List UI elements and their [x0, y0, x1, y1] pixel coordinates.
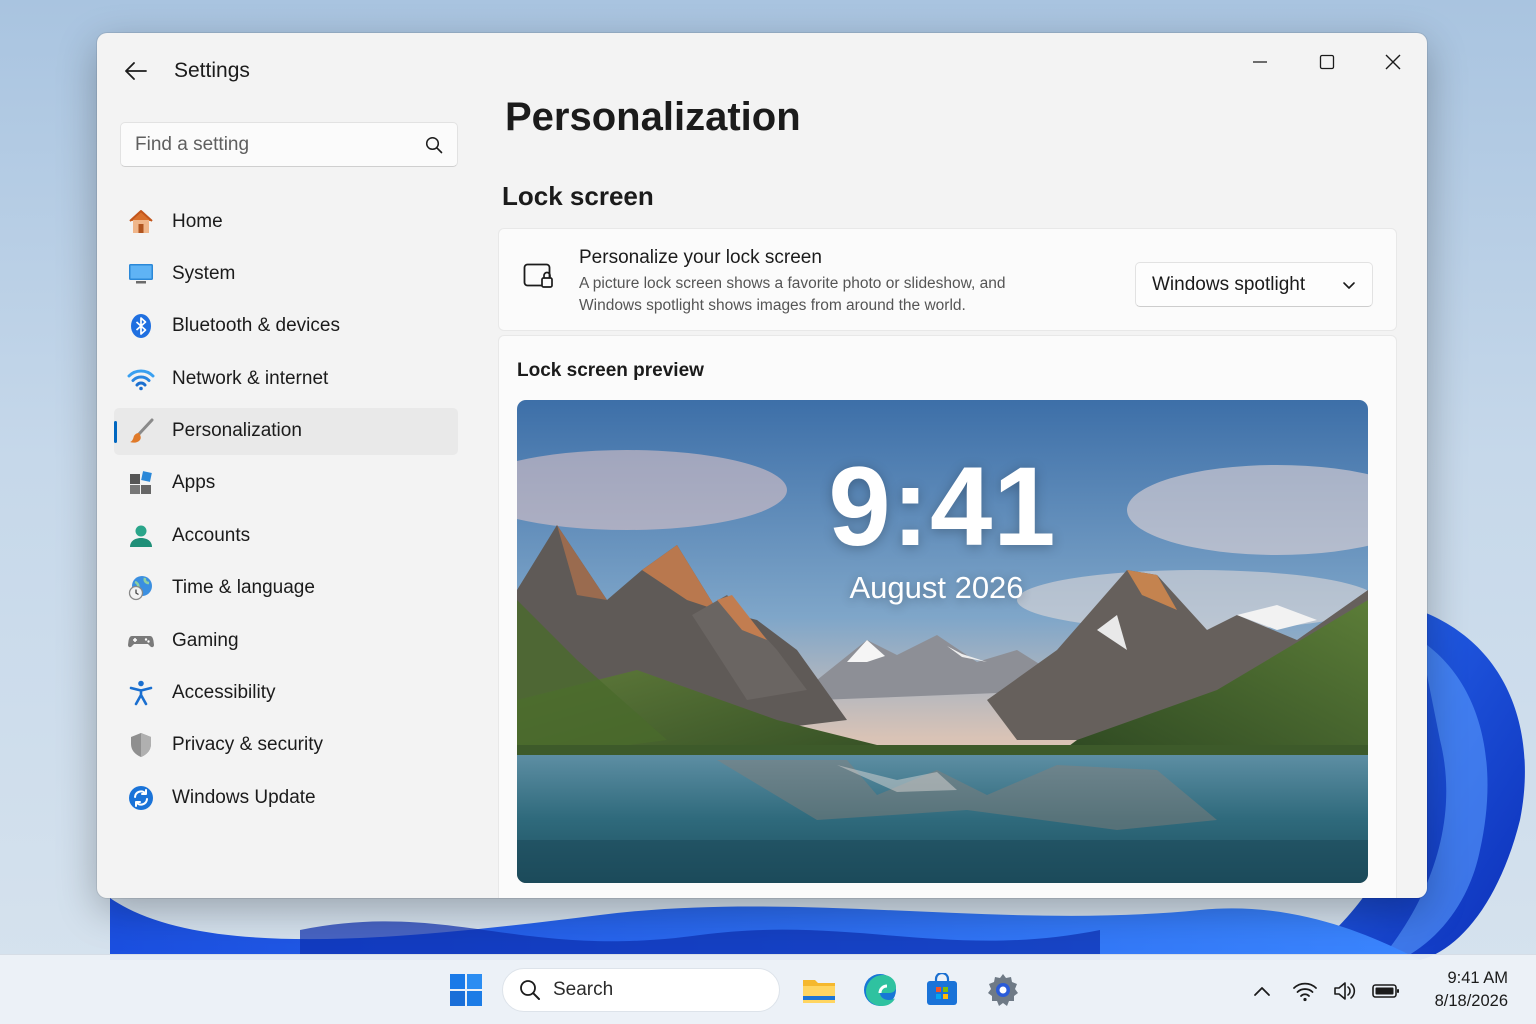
- sidebar-item-label: Bluetooth & devices: [172, 315, 340, 337]
- card-description: A picture lock screen shows a favorite p…: [579, 273, 1049, 317]
- file-explorer-icon: [803, 980, 835, 1003]
- sidebar-item-windows-update[interactable]: Windows Update: [114, 774, 458, 821]
- sidebar-item-privacy[interactable]: Privacy & security: [114, 722, 458, 769]
- apps-icon: [126, 468, 156, 498]
- settings-window: Settings Home System Bluetooth &: [97, 33, 1427, 898]
- sidebar-item-system[interactable]: System: [114, 250, 458, 297]
- settings-icon: [988, 974, 1018, 1006]
- show-hidden-icons-button[interactable]: [1248, 977, 1276, 1005]
- start-button[interactable]: [447, 971, 485, 1009]
- update-icon: [126, 783, 156, 813]
- shield-icon: [126, 730, 156, 760]
- sidebar-item-home[interactable]: Home: [114, 198, 458, 245]
- arrow-left-icon: [125, 62, 147, 80]
- sidebar-item-label: Network & internet: [172, 367, 329, 389]
- network-tray-button[interactable]: [1291, 977, 1319, 1005]
- lock-screen-card: Personalize your lock screen A picture l…: [498, 228, 1397, 331]
- close-icon: [1385, 54, 1401, 70]
- dropdown-value: Windows spotlight: [1152, 273, 1306, 295]
- wifi-icon: [1293, 982, 1317, 1002]
- card-description-line: A picture lock screen shows a favorite p…: [579, 275, 1006, 292]
- preview-title: Lock screen preview: [517, 360, 704, 381]
- volume-tray-button[interactable]: [1331, 977, 1359, 1005]
- battery-icon: [1372, 984, 1399, 998]
- back-button[interactable]: [119, 55, 153, 87]
- lock-screen-date: August 2026: [849, 570, 1024, 605]
- sidebar-item-personalization[interactable]: Personalization: [114, 407, 458, 455]
- search-icon[interactable]: [425, 136, 443, 154]
- clock-globe-icon: [126, 573, 156, 603]
- edge-button[interactable]: [861, 971, 899, 1009]
- search-icon: [520, 980, 540, 1000]
- person-icon: [126, 521, 156, 551]
- sidebar-item-bluetooth[interactable]: Bluetooth & devices: [114, 303, 458, 350]
- sidebar-item-label: Privacy & security: [172, 734, 323, 756]
- maximize-button[interactable]: [1294, 39, 1360, 85]
- sidebar-item-network[interactable]: Network & internet: [114, 355, 458, 402]
- file-explorer-button[interactable]: [800, 971, 838, 1009]
- store-icon: [927, 973, 957, 1005]
- taskbar: Search 9:41 AM 8/18/2026: [0, 954, 1536, 1024]
- windows-start-icon: [450, 974, 482, 1006]
- sidebar-item-label: Time & language: [172, 577, 315, 599]
- sidebar-item-time-language[interactable]: Time & language: [114, 565, 458, 612]
- chevron-up-icon: [1254, 987, 1270, 996]
- sidebar-item-label: Accounts: [172, 524, 251, 546]
- search-input[interactable]: [135, 133, 425, 156]
- bluetooth-icon: [126, 311, 156, 341]
- lock-screen-preview-card: Lock screen preview 9:41 August 2026: [498, 335, 1397, 898]
- minimize-button[interactable]: [1227, 39, 1293, 85]
- taskbar-clock[interactable]: 9:41 AM 8/18/2026: [1435, 967, 1508, 1013]
- lock-screen-preview: 9:41 August 2026: [517, 400, 1368, 883]
- clock-time: 9:41 AM: [1447, 969, 1508, 987]
- sidebar-item-accounts[interactable]: Accounts: [114, 512, 458, 559]
- sidebar-nav: Home System Bluetooth & devices Network …: [114, 198, 458, 827]
- monitor-icon: [126, 259, 156, 289]
- sidebar-item-label: Apps: [172, 472, 216, 494]
- lock-screen-icon: [523, 263, 555, 296]
- gamepad-icon: [126, 626, 156, 656]
- edge-icon: [864, 974, 896, 1006]
- settings-button[interactable]: [984, 971, 1022, 1009]
- volume-icon: [1334, 982, 1356, 1000]
- sidebar-item-label: System: [172, 262, 236, 284]
- battery-tray-button[interactable]: [1372, 977, 1400, 1005]
- chevron-down-icon: [1343, 281, 1355, 289]
- minimize-icon: [1253, 61, 1267, 63]
- section-title: Lock screen: [502, 181, 654, 211]
- lock-screen-type-dropdown[interactable]: Windows spotlight: [1135, 262, 1373, 307]
- sidebar-item-label: Home: [172, 210, 223, 232]
- wifi-icon: [126, 364, 156, 394]
- page-title: Personalization: [505, 95, 801, 139]
- maximize-icon: [1319, 54, 1335, 70]
- close-button[interactable]: [1360, 39, 1426, 85]
- sidebar-item-label: Gaming: [172, 629, 239, 651]
- sidebar-item-label: Accessibility: [172, 682, 276, 704]
- home-icon: [126, 207, 156, 237]
- accessibility-icon: [126, 678, 156, 708]
- taskbar-search[interactable]: Search: [502, 968, 780, 1012]
- sidebar-item-apps[interactable]: Apps: [114, 460, 458, 507]
- sidebar-item-gaming[interactable]: Gaming: [114, 617, 458, 664]
- sidebar-item-accessibility[interactable]: Accessibility: [114, 670, 458, 717]
- app-title: Settings: [174, 59, 250, 82]
- card-description-line: Windows spotlight shows images from arou…: [579, 297, 966, 314]
- brush-icon: [126, 416, 156, 446]
- card-title: Personalize your lock screen: [579, 247, 822, 268]
- sidebar-item-label: Windows Update: [172, 786, 316, 808]
- search-box[interactable]: [120, 122, 458, 167]
- taskbar-search-label: Search: [553, 979, 614, 1000]
- lock-screen-time: 9:41: [828, 444, 1057, 569]
- store-button[interactable]: [923, 971, 961, 1009]
- clock-date: 8/18/2026: [1434, 992, 1508, 1010]
- sidebar-item-label: Personalization: [172, 420, 302, 442]
